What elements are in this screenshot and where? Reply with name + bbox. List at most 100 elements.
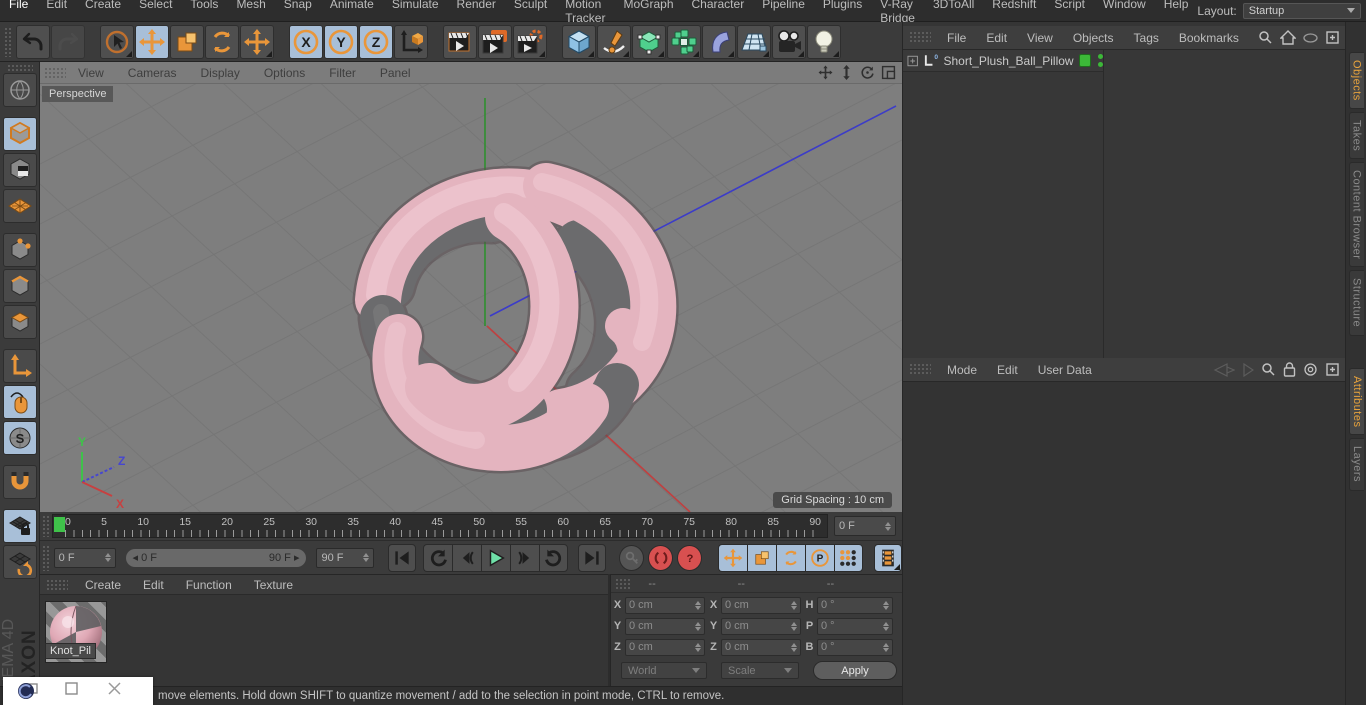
material-menu-item[interactable]: Texture [243, 578, 304, 592]
material-menu-item[interactable]: Function [175, 578, 243, 592]
plush-knot-model[interactable] [352, 160, 679, 474]
camera-label[interactable]: Perspective [42, 86, 114, 102]
object-manager-menu-item[interactable]: Tags [1124, 31, 1169, 45]
panel-tab[interactable]: Content Browser [1348, 162, 1364, 268]
light-button[interactable] [807, 24, 841, 59]
menu-item[interactable]: Redshift [983, 0, 1045, 25]
autokey-button[interactable] [648, 544, 674, 571]
viewport-menu-item[interactable]: Options [252, 66, 317, 80]
keyframe-parameter-button[interactable]: P [804, 543, 834, 572]
material-grip[interactable] [46, 578, 68, 591]
column-divider[interactable] [1103, 50, 1104, 358]
size-x-field[interactable]: 0 cm [721, 596, 801, 614]
toolbar-grip[interactable] [4, 26, 12, 57]
viewport-menu-item[interactable]: Display [188, 66, 251, 80]
spinner-icon[interactable] [363, 553, 370, 562]
cloner-button[interactable] [667, 24, 701, 59]
object-manager-menu-item[interactable]: Bookmarks [1169, 31, 1249, 45]
help-button[interactable]: ? [677, 544, 703, 571]
camera-rotate-icon[interactable] [860, 65, 875, 80]
add-panel-icon[interactable] [1325, 30, 1340, 45]
object-manager-menu-item[interactable]: Edit [976, 31, 1017, 45]
panel-tab[interactable]: Structure [1348, 270, 1364, 336]
lock-z-button[interactable]: Z [359, 24, 393, 59]
menu-item[interactable]: Character [683, 0, 754, 25]
texture-mode-button[interactable] [2, 153, 37, 187]
viewport-grip[interactable] [44, 66, 66, 79]
home-icon[interactable] [1280, 30, 1296, 45]
panel-tab[interactable]: Attributes [1349, 368, 1364, 436]
goto-start-button[interactable] [387, 543, 416, 572]
render-view-button[interactable] [443, 24, 477, 59]
menu-item[interactable]: Animate [321, 0, 383, 25]
timeline-window-button[interactable] [874, 543, 902, 572]
attribute-manager-menu-item[interactable]: Edit [987, 363, 1028, 377]
record-key-button[interactable] [619, 544, 645, 571]
goto-end-button[interactable] [578, 543, 606, 572]
coordinates-grip[interactable] [615, 578, 631, 589]
menu-item[interactable]: File [0, 0, 37, 25]
search-icon[interactable] [1258, 30, 1273, 45]
palette-grip[interactable] [6, 64, 33, 71]
play-button[interactable] [481, 543, 511, 572]
menu-item[interactable]: Simulate [383, 0, 448, 25]
pos-y-field[interactable]: 0 cm [625, 617, 705, 635]
coordinate-space-dropdown[interactable]: World [621, 662, 707, 679]
search-icon[interactable] [1261, 362, 1276, 377]
object-tree[interactable]: 0 Short_Plush_Ball_Pillow [903, 50, 1346, 358]
spline-pen-button[interactable] [597, 24, 631, 59]
live-selection-button[interactable] [100, 24, 134, 59]
undo-button[interactable] [16, 24, 50, 59]
keyframe-scale-button[interactable] [746, 543, 776, 572]
cube-primitive-button[interactable] [562, 24, 596, 59]
apply-button[interactable]: Apply [813, 661, 897, 680]
start-frame-field[interactable]: 0 F [53, 547, 116, 568]
pos-z-field[interactable]: 0 cm [625, 638, 705, 656]
menu-item[interactable]: Plugins [814, 0, 871, 25]
transform-mode-dropdown[interactable]: Scale [721, 662, 799, 679]
material-menu-item[interactable]: Edit [132, 578, 175, 592]
attribute-manager-grip[interactable] [909, 363, 931, 376]
size-y-field[interactable]: 0 cm [721, 617, 801, 635]
attribute-manager-menu-item[interactable]: Mode [937, 363, 987, 377]
viewport-menu-item[interactable]: Cameras [116, 66, 189, 80]
next-frame-button[interactable] [510, 543, 540, 572]
keyframe-rotation-button[interactable] [775, 543, 805, 572]
move-tool-button[interactable] [135, 24, 169, 59]
deformer-button[interactable] [702, 24, 736, 59]
menu-item[interactable]: Select [130, 0, 181, 25]
menu-item[interactable]: V-Ray Bridge [871, 0, 924, 25]
rotate-tool-button[interactable] [205, 24, 239, 59]
polygons-mode-button[interactable] [2, 305, 37, 339]
lock-y-button[interactable]: Y [324, 24, 358, 59]
workplane-rotate-button[interactable] [2, 545, 37, 579]
viewport-menu-item[interactable]: View [66, 66, 116, 80]
rot-p-field[interactable]: 0 ° [817, 617, 893, 635]
model-mode-button[interactable] [2, 117, 37, 151]
toggle-view-icon[interactable] [881, 65, 896, 80]
menu-item[interactable]: Edit [37, 0, 76, 25]
snap-button[interactable] [2, 465, 37, 499]
object-manager-grip[interactable] [909, 31, 931, 44]
expand-icon[interactable] [907, 55, 918, 67]
object-manager-menu-item[interactable]: File [937, 31, 976, 45]
soft-selection-button[interactable]: S [2, 421, 37, 455]
viewport-canvas[interactable]: Y Z X Perspective Grid Spacing : 10 cm [40, 84, 902, 512]
keyframe-pla-button[interactable] [833, 543, 863, 572]
playhead-marker[interactable] [54, 517, 65, 532]
eye-icon[interactable] [1303, 32, 1318, 43]
panel-tab[interactable]: Objects [1348, 52, 1364, 109]
menu-item[interactable]: Sculpt [505, 0, 556, 25]
keyframe-position-button[interactable] [717, 543, 747, 572]
points-mode-button[interactable] [2, 233, 37, 267]
menu-item[interactable]: MoGraph [614, 0, 682, 25]
maximize-button[interactable] [65, 682, 78, 700]
redo-button[interactable] [51, 24, 85, 59]
close-button[interactable] [108, 682, 121, 700]
lock-x-button[interactable]: X [289, 24, 323, 59]
material-name-label[interactable]: Knot_Pil [45, 643, 96, 659]
panel-tab[interactable]: Layers [1349, 438, 1364, 491]
edges-mode-button[interactable] [2, 269, 37, 303]
render-picture-viewer-button[interactable] [478, 24, 512, 59]
last-tool-button[interactable] [240, 24, 274, 59]
